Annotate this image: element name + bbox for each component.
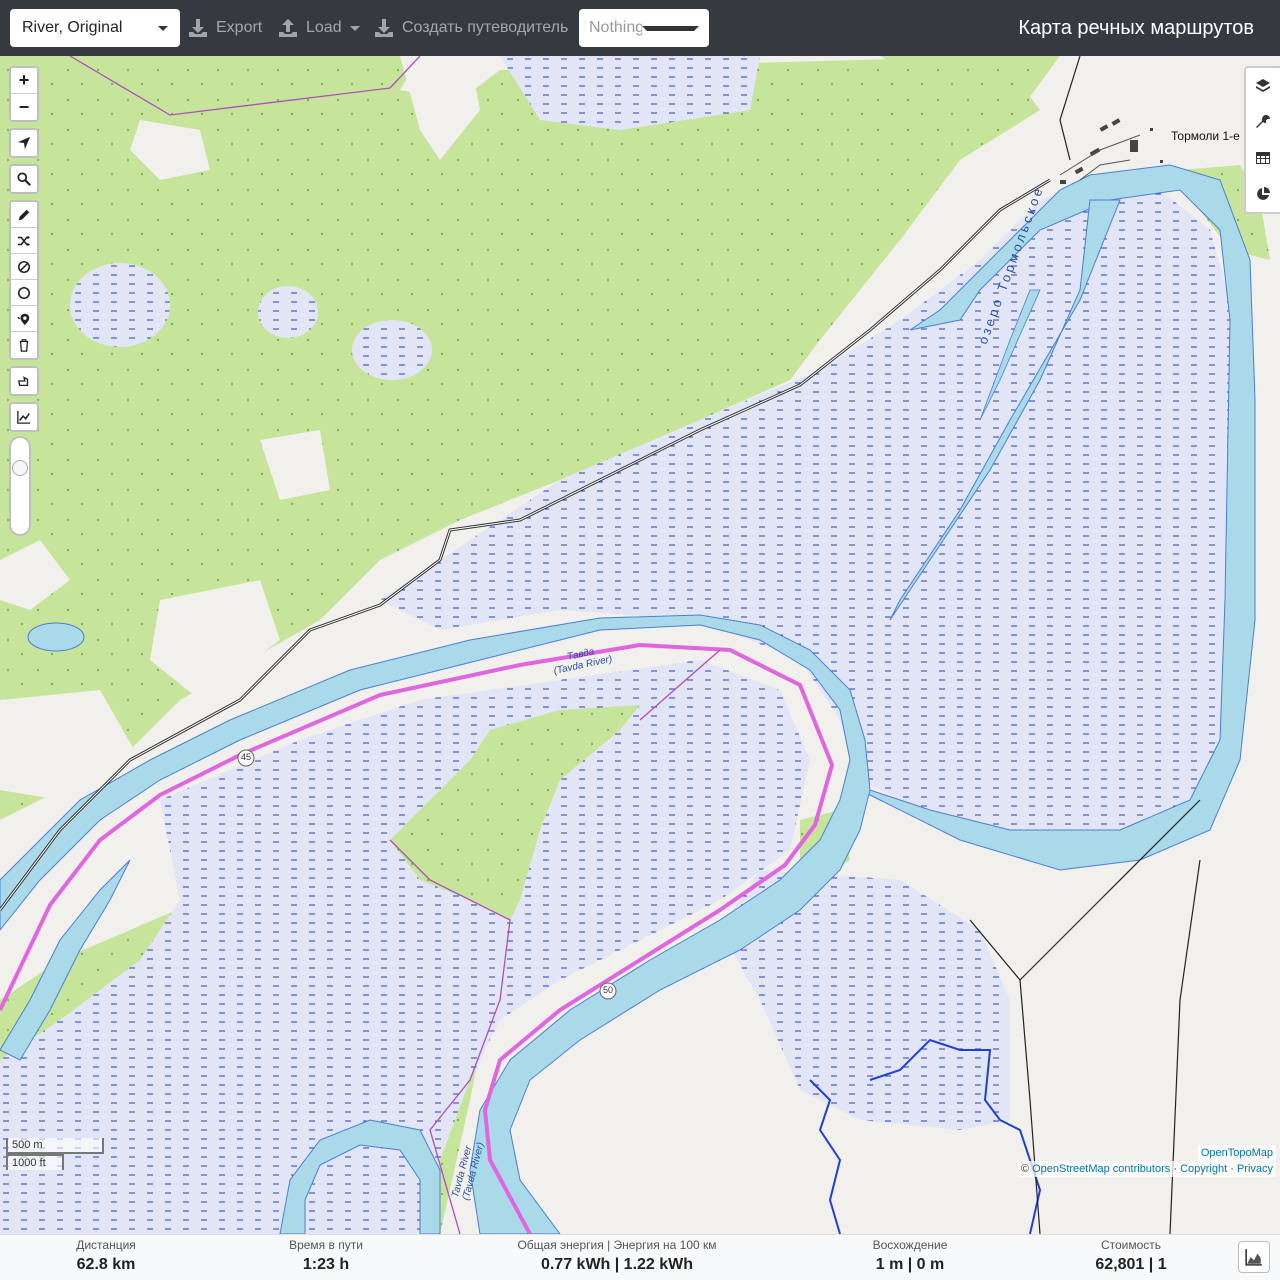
navbar: River, Original Export Load Создать путе…	[0, 0, 1280, 56]
scale-bar: 500 m 1000 ft	[6, 1138, 104, 1170]
no-go-area-button[interactable]	[11, 254, 37, 280]
locate-button[interactable]	[11, 130, 37, 156]
attribution: OpenTopoMap © OpenStreetMap contributors…	[1017, 1145, 1276, 1177]
ascent-label: Восхождение	[872, 1238, 948, 1252]
map-tiles	[0, 56, 1280, 1234]
draw-tools	[9, 200, 39, 360]
navigation-arrow-icon	[17, 136, 31, 150]
map-pin-icon	[17, 313, 30, 325]
profile-select-value: River, Original	[22, 19, 123, 36]
osm-contributors-link[interactable]: OpenStreetMap contributors	[1032, 1163, 1170, 1175]
zoom-in-button[interactable]: +	[11, 68, 37, 94]
time-label: Время в пути	[289, 1238, 363, 1252]
stat-time: Время в пути 1:23 h	[266, 1237, 386, 1277]
chevron-down-icon	[349, 25, 360, 31]
create-guide-label: Создать путеводитель	[402, 19, 569, 36]
privacy-link[interactable]: Privacy	[1237, 1163, 1273, 1175]
search-icon	[17, 172, 31, 186]
zoom-out-button[interactable]: −	[11, 94, 37, 120]
time-value: 1:23 h	[302, 1256, 350, 1273]
route-stats-bar: Дистанция 62.8 km Время в пути 1:23 h Об…	[0, 1234, 1280, 1280]
tools-button[interactable]	[1246, 104, 1280, 140]
area-chart-icon	[1245, 1249, 1262, 1266]
search-control	[9, 164, 39, 194]
route-select[interactable]: Nothing selected	[579, 9, 709, 47]
stat-ascent: Восхождение 1 m | 0 m	[850, 1237, 970, 1277]
stat-distance: Дистанция 62.8 km	[56, 1237, 156, 1277]
draw-route-button[interactable]	[11, 202, 37, 228]
undo-control	[9, 366, 39, 396]
app-title: Карта речных маршрутов	[1018, 16, 1254, 39]
attribution-separator: ·	[1230, 1163, 1234, 1175]
elevation-toggle-control	[9, 402, 39, 432]
export-button[interactable]: Export	[188, 0, 262, 56]
attribution-separator: ·	[1173, 1163, 1177, 1175]
load-button[interactable]: Load	[278, 0, 360, 56]
data-table-button[interactable]	[1246, 140, 1280, 176]
download-icon	[189, 19, 207, 37]
chevron-down-icon	[641, 25, 699, 31]
slider-handle[interactable]	[12, 460, 28, 476]
pie-chart-icon	[1257, 187, 1270, 200]
upload-icon	[279, 19, 297, 37]
energy-label: Общая энергия | Энергия на 100 км	[517, 1238, 717, 1252]
circle-tool-button[interactable]	[11, 280, 37, 306]
km-marker-45: 45	[240, 752, 251, 762]
stat-cost: Стоимость 62,801 | 1	[1076, 1237, 1186, 1277]
zoom-control: + −	[9, 66, 39, 122]
layers-button[interactable]	[1246, 68, 1280, 104]
elevation-toggle-button[interactable]	[11, 404, 37, 430]
layers-icon	[1256, 79, 1270, 92]
right-toolbar	[1244, 66, 1280, 214]
circle-icon	[17, 286, 31, 299]
undo-button[interactable]	[11, 368, 37, 394]
copyright-symbol: ©	[1020, 1163, 1030, 1175]
create-guide-button[interactable]: Создать путеводитель	[374, 0, 568, 56]
opacity-slider[interactable]	[9, 436, 31, 536]
table-icon	[1256, 152, 1270, 164]
ascent-value: 1 m | 0 m	[875, 1256, 945, 1273]
scale-imperial: 1000 ft	[6, 1154, 64, 1170]
distance-value: 62.8 km	[76, 1256, 136, 1273]
village-label: Тормоли 1-е	[1171, 129, 1240, 143]
copyright-link[interactable]: Copyright	[1180, 1163, 1227, 1175]
km-marker-50: 50	[602, 985, 613, 995]
load-label: Load	[306, 19, 342, 36]
chevron-down-icon	[158, 25, 168, 31]
pencil-icon	[18, 209, 30, 220]
shuffle-icon	[17, 235, 31, 246]
hand-point-icon	[17, 376, 29, 387]
distance-label: Дистанция	[76, 1238, 136, 1252]
poi-button[interactable]	[11, 306, 37, 332]
locate-control	[9, 128, 39, 158]
delete-route-button[interactable]	[11, 332, 37, 358]
map-canvas[interactable]: Тормоли 1-е озеро Тормольское Тавда (Tav…	[0, 56, 1280, 1234]
trash-icon	[19, 339, 29, 352]
elevation-profile-button[interactable]	[1238, 1241, 1270, 1273]
cost-value: 62,801 | 1	[1095, 1256, 1167, 1273]
reverse-route-button[interactable]	[11, 228, 37, 254]
search-button[interactable]	[11, 166, 37, 192]
statistics-button[interactable]	[1246, 176, 1280, 212]
attribution-tiles-link[interactable]: OpenTopoMap	[1197, 1145, 1276, 1161]
line-chart-icon	[17, 410, 31, 424]
wrench-icon	[1256, 115, 1270, 128]
route-select-placeholder: Nothing selected	[589, 19, 642, 36]
profile-select[interactable]: River, Original	[10, 9, 180, 47]
energy-value: 0.77 kWh | 1.22 kWh	[540, 1256, 694, 1273]
export-label: Export	[216, 19, 263, 36]
stat-energy: Общая энергия | Энергия на 100 км 0.77 k…	[497, 1237, 737, 1277]
cost-label: Стоимость	[1100, 1238, 1162, 1252]
download-icon	[375, 19, 393, 37]
ban-icon	[17, 260, 31, 273]
scale-metric: 500 m	[6, 1138, 104, 1154]
